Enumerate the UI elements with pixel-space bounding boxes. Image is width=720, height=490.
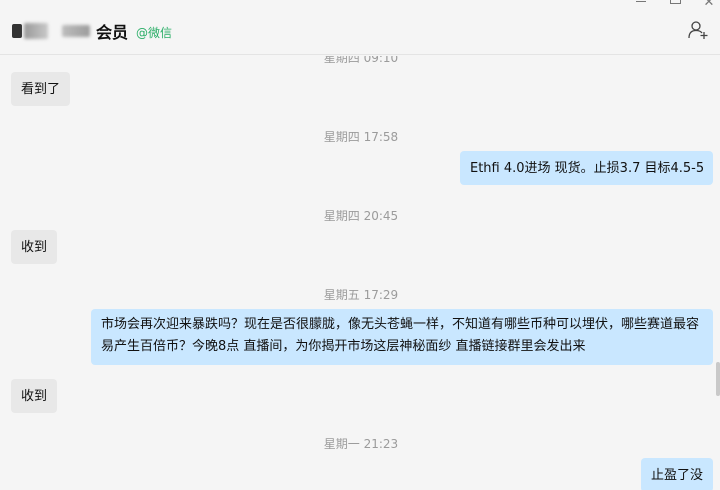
message-timestamp: 星期四 20:45 bbox=[323, 209, 399, 223]
incoming-message[interactable]: 收到 bbox=[11, 379, 58, 413]
redacted-name-part bbox=[12, 24, 22, 38]
redacted-name-part bbox=[62, 25, 90, 37]
close-icon[interactable]: ✕ bbox=[700, 0, 718, 10]
chat-header: ✕ 会员 @微信 bbox=[0, 0, 720, 55]
incoming-message[interactable]: 收到 bbox=[11, 230, 58, 264]
chat-window: ✕ 会员 @微信 星期四 09:10 看到了 星期四 17:58 Ethfi 4… bbox=[0, 0, 720, 490]
outgoing-message[interactable]: Ethfi 4.0进场 现货。止损3.7 目标4.5-5 bbox=[460, 151, 713, 185]
maximize-icon[interactable] bbox=[666, 0, 684, 10]
add-user-icon[interactable] bbox=[688, 20, 710, 40]
incoming-message[interactable]: 看到了 bbox=[11, 72, 71, 106]
message-timestamp: 星期四 17:58 bbox=[323, 130, 399, 144]
outgoing-message[interactable]: 止盈了没 bbox=[641, 458, 714, 490]
message-timestamp: 星期四 09:10 bbox=[323, 56, 399, 65]
redacted-name-part bbox=[24, 23, 48, 39]
message-timestamp: 星期五 17:29 bbox=[323, 288, 399, 302]
outgoing-message[interactable]: 市场会再次迎来暴跌吗？现在是否很朦胧，像无头苍蝇一样，不知道有哪些币种可以埋伏，… bbox=[91, 309, 713, 365]
chat-title: 会员 @微信 bbox=[12, 19, 172, 43]
minimize-icon[interactable] bbox=[632, 0, 650, 10]
scrollbar-track[interactable] bbox=[714, 56, 720, 490]
message-timestamp: 星期一 21:23 bbox=[323, 437, 399, 451]
scrollbar-thumb[interactable] bbox=[716, 362, 720, 396]
chat-title-text: 会员 bbox=[96, 23, 129, 42]
message-list[interactable]: 星期四 09:10 看到了 星期四 17:58 Ethfi 4.0进场 现货。止… bbox=[0, 56, 720, 490]
wechat-tag: @微信 bbox=[136, 25, 173, 40]
